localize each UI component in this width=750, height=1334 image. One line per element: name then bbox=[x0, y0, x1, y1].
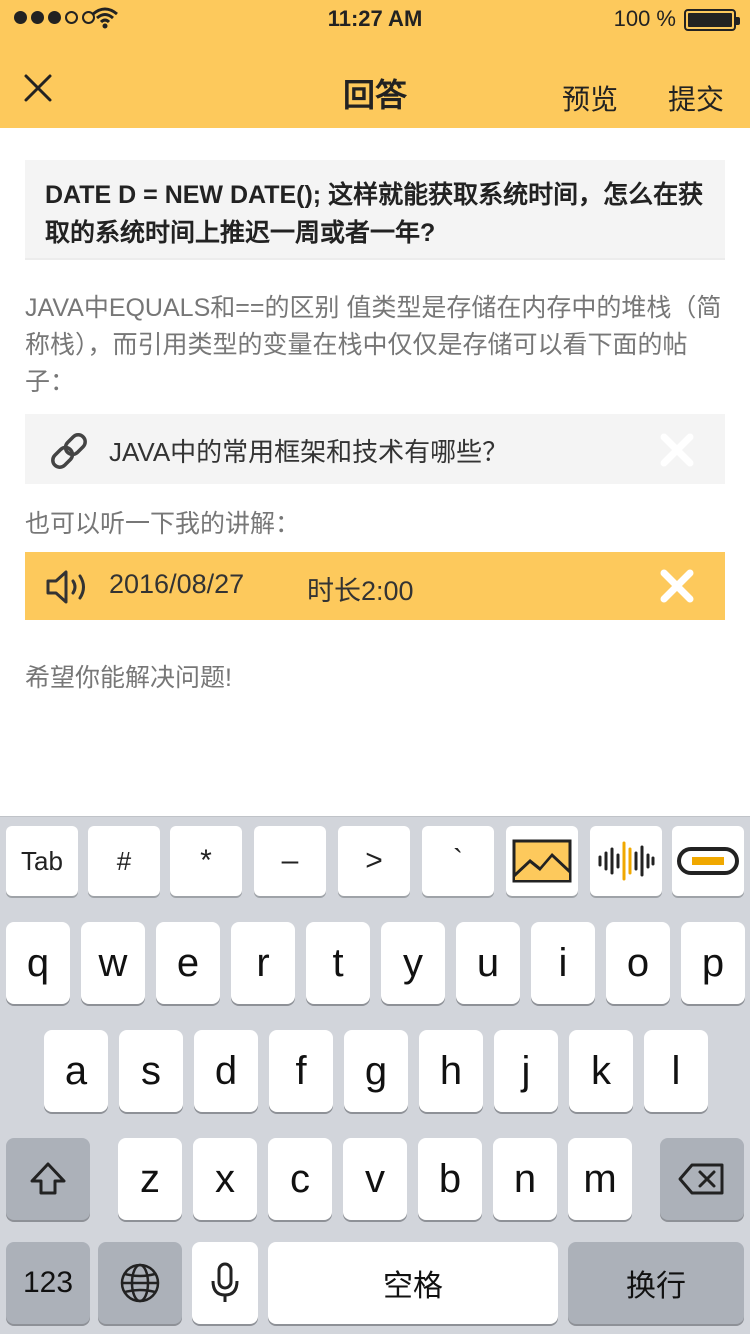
insert-link-button[interactable] bbox=[672, 826, 744, 896]
asterisk-key[interactable]: * bbox=[170, 826, 242, 896]
greater-than-key[interactable]: > bbox=[338, 826, 410, 896]
key-b[interactable]: b bbox=[418, 1138, 482, 1220]
key-z[interactable]: z bbox=[118, 1138, 182, 1220]
key-a[interactable]: a bbox=[44, 1030, 108, 1112]
key-e[interactable]: e bbox=[156, 922, 220, 1004]
question-box: DATE D = NEW DATE(); 这样就能获取系统时间，怎么在获取的系统… bbox=[25, 160, 725, 260]
key-m[interactable]: m bbox=[568, 1138, 632, 1220]
key-d[interactable]: d bbox=[194, 1030, 258, 1112]
microphone-key[interactable] bbox=[192, 1242, 258, 1324]
shift-icon bbox=[30, 1162, 66, 1195]
audio-date: 2016/08/27 bbox=[109, 569, 245, 599]
keyboard: Tab # * – > ` q w e r t y u i o p a s d … bbox=[0, 816, 750, 1334]
linked-post-title: JAVA中的常用框架和技术有哪些？ bbox=[109, 437, 509, 467]
key-o[interactable]: o bbox=[606, 922, 670, 1004]
status-bar: 11:27 AM 100 % bbox=[0, 0, 750, 40]
tab-key[interactable]: Tab bbox=[6, 826, 78, 896]
top-bar: 11:27 AM 100 % 回答 预览 提交 bbox=[0, 0, 750, 128]
dash-key[interactable]: – bbox=[254, 826, 326, 896]
key-s[interactable]: s bbox=[119, 1030, 183, 1112]
backtick-key[interactable]: ` bbox=[422, 826, 494, 896]
waveform-icon bbox=[598, 841, 655, 881]
microphone-icon bbox=[211, 1262, 239, 1302]
key-p[interactable]: p bbox=[681, 922, 745, 1004]
return-key[interactable]: 换行 bbox=[568, 1242, 744, 1324]
key-i[interactable]: i bbox=[531, 922, 595, 1004]
keyboard-toolbar: Tab # * – > ` bbox=[0, 816, 750, 910]
key-v[interactable]: v bbox=[343, 1138, 407, 1220]
link-icon bbox=[677, 847, 739, 875]
submit-button[interactable]: 提交 bbox=[668, 78, 724, 118]
insert-image-button[interactable] bbox=[506, 826, 578, 896]
key-y[interactable]: y bbox=[381, 922, 445, 1004]
hash-key[interactable]: # bbox=[88, 826, 160, 896]
numbers-key[interactable]: 123 bbox=[6, 1242, 90, 1324]
key-r[interactable]: r bbox=[231, 922, 295, 1004]
key-j[interactable]: j bbox=[494, 1030, 558, 1112]
audio-duration: 时长2:00 bbox=[307, 576, 414, 606]
key-k[interactable]: k bbox=[569, 1030, 633, 1112]
globe-icon bbox=[120, 1263, 160, 1303]
key-x[interactable]: x bbox=[193, 1138, 257, 1220]
key-n[interactable]: n bbox=[493, 1138, 557, 1220]
key-q[interactable]: q bbox=[6, 922, 70, 1004]
key-l[interactable]: l bbox=[644, 1030, 708, 1112]
globe-key[interactable] bbox=[98, 1242, 182, 1324]
speaker-icon bbox=[46, 570, 85, 604]
battery-icon bbox=[684, 9, 740, 31]
key-g[interactable]: g bbox=[344, 1030, 408, 1112]
answer-text[interactable]: JAVA中EQUALS和==的区别 值类型是存储在内存中的堆栈（简称栈），而引用… bbox=[25, 290, 730, 401]
link-icon bbox=[51, 433, 87, 469]
preview-button[interactable]: 预览 bbox=[562, 78, 618, 118]
battery-percentage: 100 % bbox=[613, 6, 676, 31]
page-title: 回答 bbox=[342, 77, 407, 113]
listen-prompt: 也可以听一下我的讲解： bbox=[25, 510, 301, 538]
image-icon bbox=[512, 839, 572, 883]
shift-key[interactable] bbox=[6, 1138, 90, 1220]
audio-clip-card[interactable]: 2016/08/27 时长2:00 bbox=[25, 552, 725, 620]
backspace-icon bbox=[678, 1163, 724, 1195]
linked-post-card[interactable]: JAVA中的常用框架和技术有哪些？ bbox=[25, 414, 725, 484]
space-key[interactable]: 空格 bbox=[268, 1242, 558, 1324]
insert-audio-button[interactable] bbox=[590, 826, 662, 896]
key-c[interactable]: c bbox=[268, 1138, 332, 1220]
key-w[interactable]: w bbox=[81, 922, 145, 1004]
remove-audio-icon[interactable] bbox=[659, 568, 695, 604]
key-u[interactable]: u bbox=[456, 922, 520, 1004]
remove-link-icon[interactable] bbox=[659, 432, 695, 468]
closing-text: 希望你能解决问题! bbox=[25, 664, 232, 692]
key-f[interactable]: f bbox=[269, 1030, 333, 1112]
backspace-key[interactable] bbox=[660, 1138, 744, 1220]
key-t[interactable]: t bbox=[306, 922, 370, 1004]
key-h[interactable]: h bbox=[419, 1030, 483, 1112]
navigation-bar: 回答 预览 提交 bbox=[0, 40, 750, 128]
